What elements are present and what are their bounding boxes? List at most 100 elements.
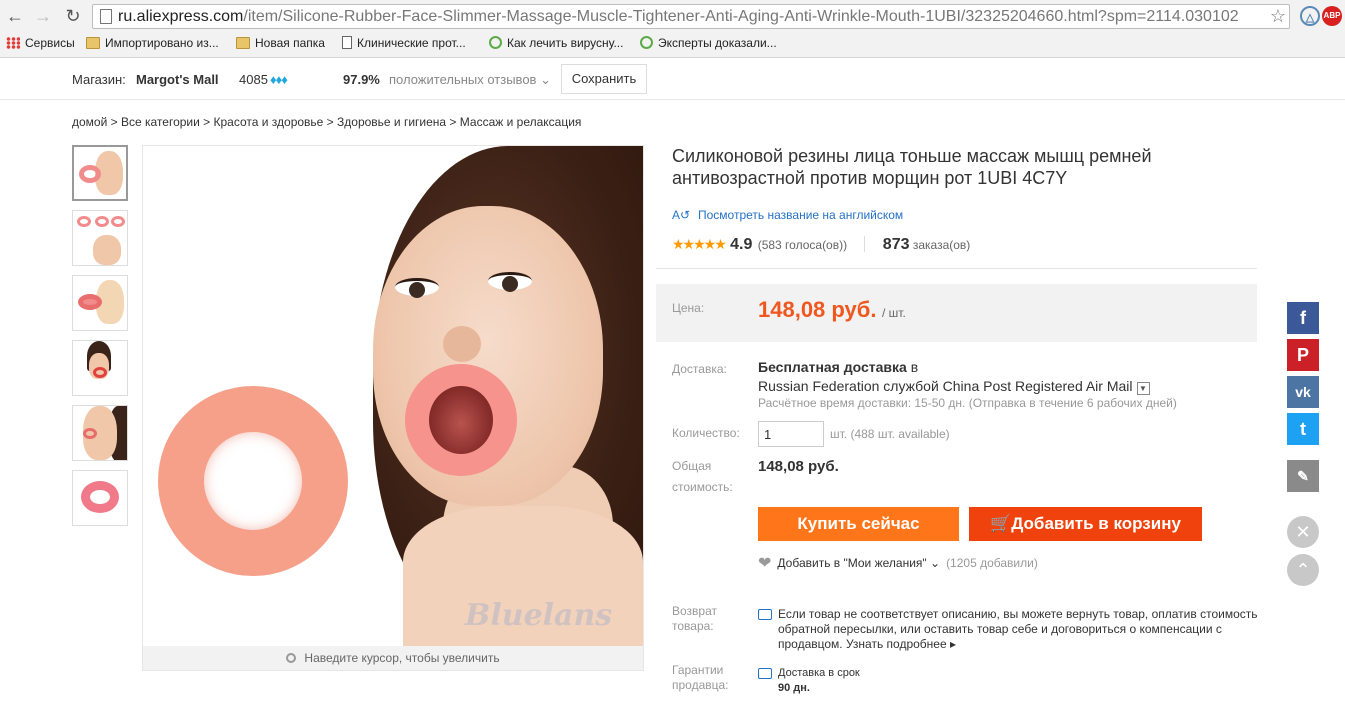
- thumbnail[interactable]: [72, 405, 128, 461]
- product-photo: Bluelans: [143, 146, 643, 646]
- edit-pencil-icon[interactable]: ✎: [1287, 460, 1319, 492]
- apps-icon: [6, 37, 20, 49]
- shipping-in: в: [910, 359, 919, 375]
- adblock-icon[interactable]: ABP: [1322, 6, 1342, 26]
- forward-icon[interactable]: →: [32, 5, 54, 27]
- delivery-truck-icon: [758, 668, 772, 679]
- diamond-rank-icon: ♦♦♦: [270, 72, 288, 87]
- page-icon: [100, 9, 112, 24]
- facebook-icon[interactable]: f: [1287, 302, 1319, 334]
- chevron-right-icon[interactable]: ▸: [950, 637, 956, 651]
- return-label: Возврат: [672, 604, 717, 618]
- extension-icon[interactable]: △: [1300, 6, 1320, 26]
- thumbnail[interactable]: [72, 145, 128, 201]
- photo-eye: [395, 278, 439, 298]
- bookmark-clinical[interactable]: Клинические прот...: [342, 35, 466, 53]
- return-label: товара:: [672, 619, 714, 633]
- photo-silicone-lip: [158, 386, 348, 576]
- shipping-method[interactable]: Russian Federation службой China Post Re…: [758, 378, 1150, 395]
- bookmark-label: Сервисы: [25, 36, 75, 50]
- scroll-top-icon[interactable]: ⌃: [1287, 554, 1319, 586]
- thumbnail-lip: [77, 216, 91, 227]
- product-title: Силиконовой резины лица тоньше массаж мы…: [672, 146, 1152, 188]
- breadcrumb[interactable]: домой > Все категории > Красота и здоров…: [72, 115, 581, 129]
- wishlist-row: ❤ Добавить в "Мои желания" ⌄ (1205 добавил…: [758, 553, 1038, 573]
- bookmark-imported[interactable]: Импортировано из...: [86, 35, 219, 53]
- watermark: Bluelans: [465, 598, 613, 633]
- magnifier-icon: [286, 653, 297, 663]
- bookmark-apps[interactable]: Сервисы: [6, 35, 75, 53]
- add-to-wishlist[interactable]: Добавить в "Мои желания": [777, 556, 926, 570]
- thumbnail-lip: [81, 481, 119, 513]
- return-text: Если товар не соответствует описанию, вы…: [778, 607, 1258, 651]
- rating-votes[interactable]: (583 голоса(ов)): [758, 238, 847, 252]
- bookmark-star-icon[interactable]: ☆: [1267, 5, 1286, 28]
- feedback-label: положительных отзывов: [389, 72, 537, 87]
- shipping-title: Бесплатная доставка в: [758, 359, 918, 375]
- divider: [864, 236, 866, 252]
- total-label: стоимость:: [672, 480, 733, 494]
- wishlist-count: (1205 добавили): [946, 556, 1038, 570]
- price-label: Цена:: [672, 301, 705, 315]
- bookmark-label: Импортировано из...: [105, 36, 219, 50]
- thumbnail-list: [72, 145, 128, 535]
- add-to-cart-label: Добавить в корзину: [1011, 514, 1181, 533]
- heart-icon[interactable]: ❤: [758, 555, 771, 572]
- zoom-hint: Наведите курсор, чтобы увеличить: [143, 646, 643, 670]
- orders-count: 873: [882, 236, 910, 253]
- vk-icon[interactable]: vk: [1287, 376, 1319, 408]
- address-bar[interactable]: ru.aliexpress.com/item/Silicone-Rubber-F…: [92, 4, 1290, 29]
- divider: [656, 268, 1257, 269]
- bookmarks-bar: Сервисы Импортировано из... Новая папка …: [0, 31, 1345, 55]
- bookmark-experts[interactable]: Эксперты доказали...: [640, 35, 777, 53]
- save-store-button[interactable]: Сохранить: [561, 64, 647, 94]
- thumbnail[interactable]: [72, 470, 128, 526]
- rating-value: 4.9: [730, 236, 753, 253]
- shipping-label: Доставка:: [672, 362, 727, 376]
- shipping-route: Russian Federation службой China Post Re…: [758, 378, 1133, 394]
- buy-now-button[interactable]: Купить сейчас: [758, 507, 959, 541]
- bookmark-new-folder[interactable]: Новая папка: [236, 35, 325, 53]
- bookmark-virus[interactable]: Как лечить вирусну...: [489, 35, 623, 53]
- guarantee-label: Гарантии: [672, 663, 724, 677]
- guarantee-info: Доставка в срок 90 дн.: [778, 666, 860, 696]
- shipping-estimate: Расчётное время доставки: 15-50 дн. (Отп…: [758, 396, 1177, 410]
- return-policy: Если товар не соответствует описанию, вы…: [778, 607, 1268, 652]
- pinterest-icon[interactable]: P: [1287, 339, 1319, 371]
- price-box: Цена: 148,08 руб. / шт.: [656, 284, 1257, 342]
- dropdown-arrow-icon[interactable]: ▼: [1136, 382, 1150, 395]
- browser-chrome: ← → ↻ ru.aliexpress.com/item/Silicone-Ru…: [0, 0, 1345, 58]
- bookmark-label: Эксперты доказали...: [658, 36, 777, 50]
- swirl-icon: [489, 36, 502, 49]
- zoom-hint-text: Наведите курсор, чтобы увеличить: [304, 651, 500, 665]
- quantity-note: шт. (488 шт. available): [830, 427, 950, 441]
- back-icon[interactable]: ←: [4, 5, 26, 27]
- chevron-down-icon[interactable]: ⌄: [930, 556, 940, 570]
- translate-link[interactable]: A↺ Посмотреть название на английском: [672, 208, 903, 222]
- store-label: Магазин:: [72, 72, 126, 87]
- rating-stars-icon: ★★★★★: [672, 236, 727, 252]
- thumbnail[interactable]: [72, 210, 128, 266]
- store-bar: Магазин: Margot's Mall 4085 ♦♦♦ 97.9% по…: [0, 58, 1345, 100]
- guarantee-text: Доставка в срок: [778, 667, 860, 679]
- folder-icon: [236, 37, 250, 49]
- add-to-cart-button[interactable]: 🛒Добавить в корзину: [969, 507, 1202, 541]
- thumbnail-lip: [93, 367, 107, 378]
- thumbnail-lip: [95, 216, 109, 227]
- price-value: 148,08 руб.: [758, 297, 877, 322]
- swirl-icon: [640, 36, 653, 49]
- main-product-image[interactable]: Bluelans Наведите курсор, чтобы увеличит…: [142, 145, 644, 671]
- quantity-input[interactable]: [758, 421, 824, 447]
- store-name[interactable]: Margot's Mall: [136, 72, 219, 87]
- return-icon: [758, 609, 772, 620]
- adblock-label: ABP: [1323, 11, 1341, 20]
- twitter-icon[interactable]: t: [1287, 413, 1319, 445]
- url-host: ru.aliexpress.com: [118, 8, 244, 25]
- guarantee-days: 90 дн.: [778, 682, 810, 694]
- reload-icon[interactable]: ↻: [62, 5, 84, 27]
- feedback-dropdown[interactable]: положительных отзывов ⌄: [389, 72, 551, 88]
- close-icon[interactable]: ✕: [1287, 516, 1319, 548]
- thumbnail[interactable]: [72, 340, 128, 396]
- thumbnail[interactable]: [72, 275, 128, 331]
- photo-mouth-piece: [405, 364, 517, 476]
